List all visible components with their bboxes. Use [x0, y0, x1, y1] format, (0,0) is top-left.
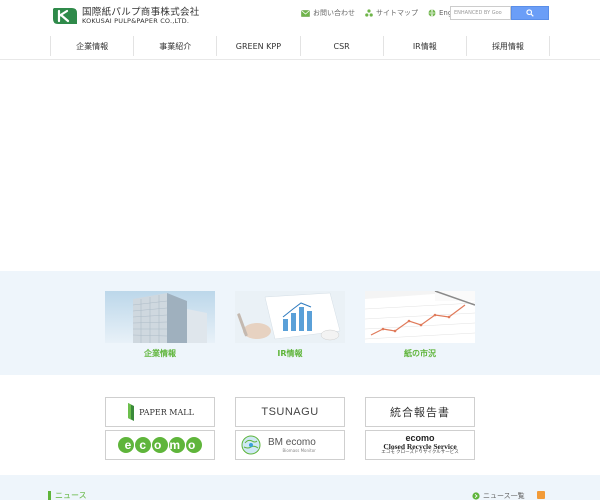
news-list-label: ニュース一覧	[483, 492, 525, 500]
globe-icon	[428, 9, 436, 17]
integrated-report-label: 統合報告書	[390, 406, 450, 419]
nav-item-company[interactable]: 企業情報	[50, 36, 133, 56]
banner-closed-recycle[interactable]: ecomo Closed Recycle Service エコモ クローズドリサ…	[365, 430, 475, 460]
news-heading-label: ニュース	[55, 491, 87, 500]
feature-company-label: 企業情報	[144, 349, 176, 358]
hero-area	[0, 60, 600, 271]
kpp-logo-icon	[53, 8, 77, 24]
feature-ir-label: IR情報	[277, 349, 303, 358]
site-search: ENHANCED BY Goo	[450, 6, 549, 20]
utility-links: お問い合わせ サイトマップ English	[301, 8, 474, 18]
sitemap-label: サイトマップ	[376, 9, 418, 17]
news-heading: ニュース	[48, 490, 87, 500]
feature-paper-market-label: 紙の市況	[404, 349, 436, 358]
biomass-globe-icon	[241, 435, 261, 455]
line-graph-photo	[365, 291, 475, 343]
bm-ecomo-sub: Biomass Monitor	[282, 447, 316, 453]
chart-report-photo	[235, 291, 345, 343]
site-header: 国際紙パルプ商事株式会社 KOKUSAI PULP&PAPER CO.,LTD.…	[0, 0, 600, 34]
banner-tsunagu[interactable]: TSUNAGU	[235, 397, 345, 427]
office-building-photo	[105, 291, 215, 343]
banner-bm-ecomo[interactable]: BM ecomo Biomass Monitor	[235, 430, 345, 460]
banner-paper-mall[interactable]: PAPER MALL	[105, 397, 215, 427]
company-logo[interactable]: 国際紙パルプ商事株式会社 KOKUSAI PULP&PAPER CO.,LTD.	[52, 6, 200, 26]
news-heading-bar	[48, 490, 51, 500]
paper-mall-logo-icon	[128, 403, 135, 421]
global-nav: 企業情報 事業紹介 GREEN KPP CSR IR情報 採用情報	[50, 36, 551, 56]
tsunagu-label: TSUNAGU	[261, 406, 319, 418]
closed-recycle-ja: エコモ クローズドリサイクルサービス	[381, 450, 459, 456]
sitemap-icon	[365, 9, 373, 17]
feature-ir[interactable]: IR情報	[235, 291, 345, 359]
feature-company[interactable]: 企業情報	[105, 291, 215, 359]
nav-item-business[interactable]: 事業紹介	[133, 36, 216, 56]
feature-paper-market[interactable]: 紙の市況	[365, 291, 475, 359]
contact-label: お問い合わせ	[313, 9, 355, 17]
sitemap-link[interactable]: サイトマップ	[365, 8, 418, 18]
banner-area: PAPER MALL TSUNAGU 統合報告書 ecomo BM ecomo …	[0, 375, 600, 475]
contact-link[interactable]: お問い合わせ	[301, 8, 355, 18]
arrow-circle-icon	[472, 492, 480, 500]
banner-integrated-report[interactable]: 統合報告書	[365, 397, 475, 427]
logo-name-ja: 国際紙パルプ商事株式会社	[82, 6, 200, 18]
search-input[interactable]: ENHANCED BY Goo	[450, 6, 511, 20]
news-list-link[interactable]: ニュース一覧	[472, 491, 525, 500]
paper-mall-label: PAPER MALL	[139, 407, 194, 417]
bm-ecomo-label: BM ecomo	[268, 436, 316, 448]
mail-icon	[301, 9, 310, 17]
search-button[interactable]	[511, 6, 549, 20]
nav-item-recruit[interactable]: 採用情報	[465, 36, 551, 56]
nav-item-csr[interactable]: CSR	[299, 36, 383, 56]
rss-icon[interactable]	[537, 491, 545, 499]
logo-name-en: KOKUSAI PULP&PAPER CO.,LTD.	[82, 17, 190, 25]
feature-band: 企業情報 IR情報 紙の市況	[0, 271, 600, 375]
ecomo-label: ecomo	[124, 438, 204, 452]
nav-item-ir[interactable]: IR情報	[382, 36, 466, 56]
nav-item-green-kpp[interactable]: GREEN KPP	[216, 36, 299, 56]
banner-ecomo[interactable]: ecomo	[105, 430, 215, 460]
search-icon	[526, 9, 534, 17]
news-section: ニュース ニュース一覧	[0, 475, 600, 500]
